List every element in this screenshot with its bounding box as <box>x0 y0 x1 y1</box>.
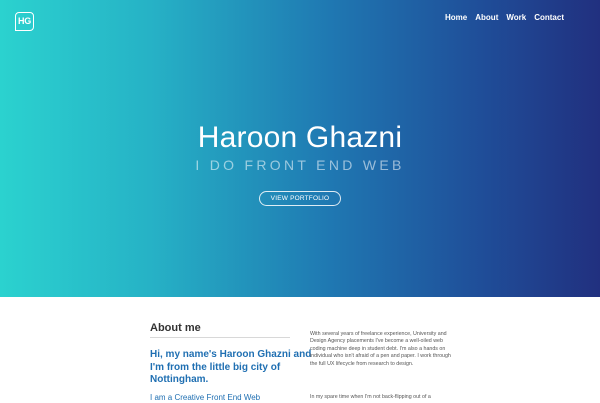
about-paragraph-experience: With several years of freelance experien… <box>310 331 451 367</box>
nav-link-contact[interactable]: Contact <box>534 13 564 22</box>
about-heading: About me <box>150 322 201 334</box>
site-logo[interactable]: HG <box>15 12 34 31</box>
hero-subtitle: I DO FRONT END WEB <box>195 157 405 173</box>
about-intro: Hi, my name's Haroon Ghazni and I'm from… <box>150 349 312 385</box>
nav-link-about[interactable]: About <box>475 13 498 22</box>
about-subheading: I am a Creative Front End Web <box>150 393 261 402</box>
about-divider <box>150 337 290 338</box>
nav-link-work[interactable]: Work <box>506 13 526 22</box>
nav-link-home[interactable]: Home <box>445 13 467 22</box>
about-paragraph-spare-time: In my spare time when I'm not back-flipp… <box>310 394 431 400</box>
main-nav: Home About Work Contact <box>445 13 564 22</box>
hero-title: Haroon Ghazni <box>197 121 403 154</box>
hero-banner: HG Home About Work Contact Haroon Ghazni… <box>0 0 600 297</box>
view-portfolio-button[interactable]: VIEW PORTFOLIO <box>259 191 341 206</box>
